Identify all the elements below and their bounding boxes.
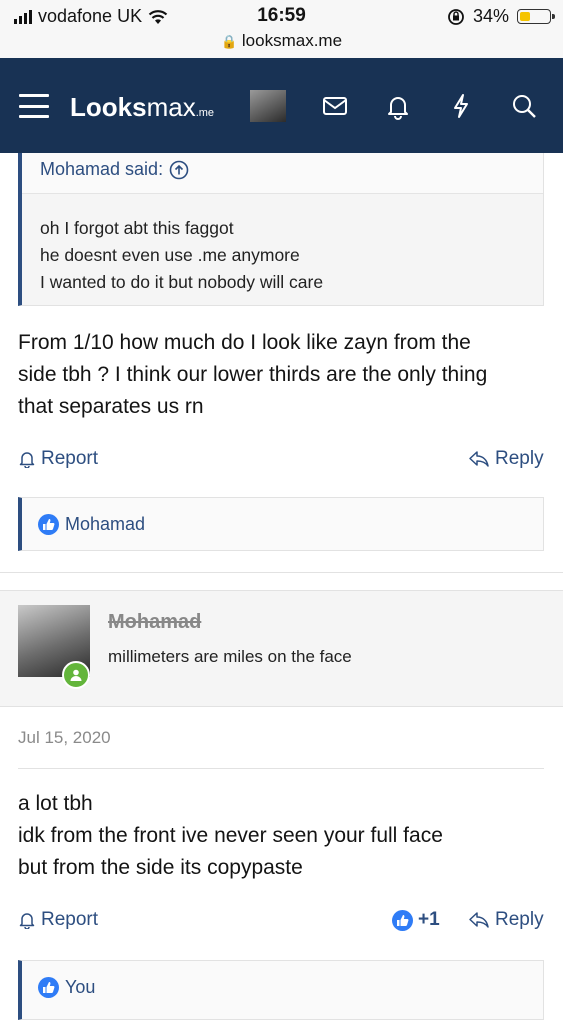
quote-author-link[interactable]: Mohamad said: — [40, 159, 189, 180]
post-message: a lot tbh idk from the front ive never s… — [18, 788, 548, 884]
site-logo[interactable]: Looksmax.me — [70, 92, 214, 123]
quote-line: I wanted to do it but nobody will care — [40, 272, 324, 292]
post-line: side tbh ? I think our lower thirds are … — [18, 363, 488, 386]
like-count-label: +1 — [418, 909, 440, 930]
reply-icon — [469, 451, 489, 467]
menu-icon[interactable] — [19, 94, 49, 118]
site-header: Looksmax.me — [0, 58, 563, 153]
reply-button[interactable]: Reply — [468, 909, 544, 931]
address-bar[interactable]: 🔒 looksmax.me — [0, 31, 563, 51]
account-avatar[interactable] — [250, 90, 286, 122]
bell-outline-icon — [19, 452, 35, 468]
username[interactable]: Mohamad — [108, 611, 201, 634]
lightning-icon[interactable] — [447, 92, 475, 120]
report-label: Report — [41, 448, 99, 469]
lock-icon: 🔒 — [220, 34, 238, 49]
post-line: idk from the front ive never seen your f… — [18, 824, 443, 847]
reply-label: Reply — [495, 448, 544, 469]
post-message: From 1/10 how much do I look like zayn f… — [18, 327, 548, 423]
report-button[interactable]: Report — [18, 448, 98, 470]
battery-percent: 34% — [472, 6, 509, 26]
inbox-icon[interactable] — [321, 92, 349, 120]
post-user-bar: Mohamad millimeters are miles on the fac… — [0, 590, 563, 707]
online-status-icon — [62, 661, 90, 689]
orientation-lock-icon — [448, 8, 464, 25]
user-title: millimeters are miles on the face — [108, 647, 352, 666]
post-divider — [0, 572, 563, 573]
post-line: but from the side its copypaste — [18, 856, 303, 879]
date-divider — [18, 768, 544, 769]
like-icon — [392, 909, 413, 931]
reply-label: Reply — [495, 909, 544, 930]
reaction-user[interactable]: You — [65, 977, 95, 998]
post-line: a lot tbh — [18, 792, 93, 815]
quote-author: Mohamad said: — [40, 159, 164, 179]
arrow-up-circle-icon[interactable] — [169, 160, 189, 180]
quote-text: oh I forgot abt this faggot he doesnt ev… — [40, 215, 323, 296]
post-line: that separates us rn — [18, 395, 204, 418]
post-date[interactable]: Jul 15, 2020 — [18, 728, 111, 748]
reply-button[interactable]: Reply — [468, 448, 544, 470]
like-icon — [38, 976, 59, 998]
status-bar: vodafone UK 16:59 34% 🔒 looksmax.me — [0, 0, 563, 58]
report-button[interactable]: Report — [18, 909, 98, 931]
reactions-bar[interactable]: Mohamad — [18, 497, 544, 551]
quote-block: Mohamad said: oh I forgot abt this faggo… — [18, 153, 544, 306]
quote-line: oh I forgot abt this faggot — [40, 218, 234, 238]
bell-icon[interactable] — [384, 92, 412, 120]
bell-outline-icon — [19, 913, 35, 929]
url-text: looksmax.me — [241, 31, 343, 50]
quote-line: he doesnt even use .me anymore — [40, 245, 300, 265]
quote-header: Mohamad said: — [22, 153, 543, 194]
reply-icon — [469, 912, 489, 928]
battery-icon — [517, 9, 555, 24]
search-icon[interactable] — [510, 92, 538, 120]
reactions-bar[interactable]: You — [18, 960, 544, 1020]
like-icon — [38, 513, 59, 535]
report-label: Report — [41, 909, 99, 930]
post-line: From 1/10 how much do I look like zayn f… — [18, 331, 471, 354]
battery-area: 34% — [447, 6, 555, 27]
reaction-user[interactable]: Mohamad — [65, 514, 145, 535]
like-count[interactable]: +1 — [392, 909, 440, 931]
